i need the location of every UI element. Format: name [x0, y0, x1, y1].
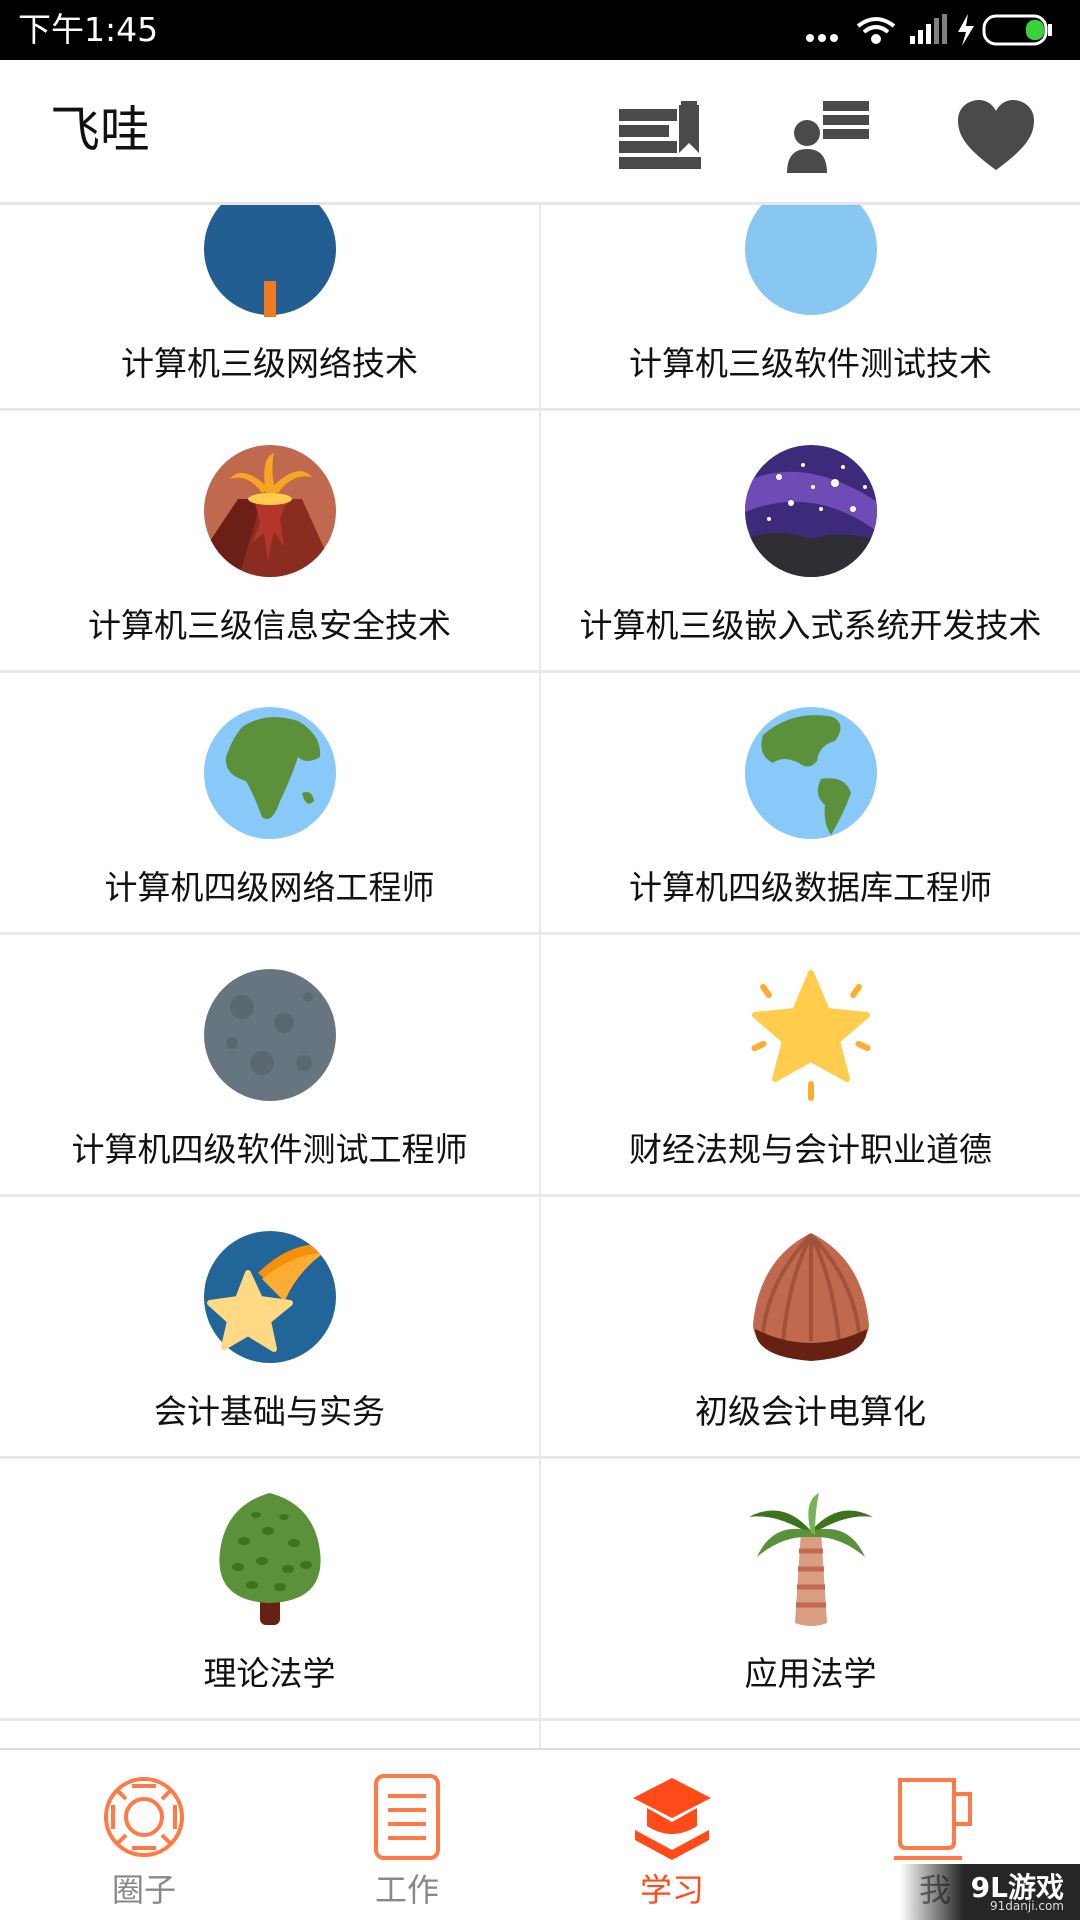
favorites-button[interactable] [951, 90, 1041, 180]
subject-item-junior-accounting-computerization[interactable]: 初级会计电算化 [541, 1197, 1080, 1456]
tab-circle[interactable]: 圈子 [9, 1750, 279, 1922]
subject-label: 初级会计电算化 [695, 1392, 926, 1431]
chestnut-icon [752, 1233, 869, 1361]
status-bar: 下午1:45 [0, 0, 1080, 60]
app-bar: 飞哇 [0, 60, 1080, 205]
night-sky-icon [744, 445, 877, 577]
tab-label: 圈子 [111, 1871, 176, 1909]
subject-item-computer-l4-database-engineer[interactable]: 计算机四级数据库工程师 [541, 673, 1080, 932]
subject-grid: 计算机三级网络技术 计算机三级软件测试技术 计算机三级信息安全技术 计算机三级嵌… [0, 205, 1080, 1748]
subject-item-computer-l3-software-testing[interactable]: 计算机三级软件测试技术 [541, 205, 1080, 408]
contacts-list-icon [787, 101, 869, 173]
shooting-star-icon [203, 1231, 336, 1363]
earth-africa-icon [203, 707, 336, 839]
bookmark-list-icon [619, 101, 701, 169]
tab-label: 工作 [374, 1871, 439, 1909]
tree-icon [218, 1493, 321, 1625]
status-time: 下午1:45 [18, 10, 159, 49]
subject-item-cactus[interactable] [0, 1721, 539, 1748]
heart-icon [958, 100, 1034, 170]
subject-label: 计算机四级数据库工程师 [629, 868, 992, 907]
glowing-star-icon [750, 970, 871, 1101]
bottom-navigation: 圈子 工作 学习 我 9L游戏 91danji.com [0, 1748, 1080, 1920]
subject-item-computer-l4-software-testing-engineer[interactable]: 计算机四级软件测试工程师 [0, 935, 539, 1194]
subject-item-mushroom[interactable] [541, 1721, 1080, 1748]
watermark-site: 91danji.com [990, 1899, 1064, 1913]
watermark-logo: 9L游戏 91danji.com [900, 1864, 1080, 1920]
tab-study[interactable]: 学习 [537, 1750, 807, 1922]
wifi-icon [856, 17, 896, 44]
subject-item-applied-law[interactable]: 应用法学 [541, 1459, 1080, 1718]
planet-partial-icon [744, 205, 877, 315]
more-dots-icon [806, 34, 838, 42]
subject-label: 计算机三级网络技术 [121, 344, 418, 383]
subject-label: 会计基础与实务 [154, 1392, 385, 1431]
signal-icon [910, 14, 947, 44]
document-icon [374, 1774, 440, 1860]
subject-item-theoretical-law[interactable]: 理论法学 [0, 1459, 539, 1718]
subject-label: 计算机三级嵌入式系统开发技术 [579, 606, 1042, 645]
subject-label: 计算机三级信息安全技术 [88, 606, 451, 645]
subject-label: 计算机四级网络工程师 [104, 868, 435, 907]
subject-label: 应用法学 [744, 1654, 877, 1693]
subject-label: 财经法规与会计职业道德 [629, 1130, 992, 1169]
subject-label: 计算机四级软件测试工程师 [71, 1130, 468, 1169]
charging-icon [958, 14, 974, 46]
coffee-cup-icon [894, 1778, 972, 1860]
subject-item-accounting-basics[interactable]: 会计基础与实务 [0, 1197, 539, 1456]
bookmark-list-button[interactable] [615, 90, 705, 180]
contacts-list-button[interactable] [783, 90, 873, 180]
subject-label: 理论法学 [203, 1654, 336, 1693]
subject-item-computer-l3-embedded[interactable]: 计算机三级嵌入式系统开发技术 [541, 411, 1080, 670]
palm-tree-icon [748, 1493, 873, 1626]
graduation-cap-icon [633, 1778, 711, 1860]
lifebuoy-icon [104, 1777, 184, 1857]
earth-americas-icon [744, 707, 877, 839]
volcano-icon [203, 445, 336, 577]
app-title: 飞哇 [50, 101, 150, 159]
subject-label: 计算机三级软件测试技术 [629, 344, 992, 383]
system-status-icons [806, 14, 1052, 46]
subject-item-computer-l3-info-security[interactable]: 计算机三级信息安全技术 [0, 411, 539, 670]
tab-label: 学习 [639, 1871, 704, 1909]
tab-work[interactable]: 工作 [272, 1750, 542, 1922]
subject-item-computer-l4-network-engineer[interactable]: 计算机四级网络工程师 [0, 673, 539, 932]
subject-item-computer-l3-network[interactable]: 计算机三级网络技术 [0, 205, 539, 408]
battery-icon [982, 14, 1052, 46]
globe-partial-icon [203, 205, 336, 317]
moon-icon [203, 969, 336, 1101]
subject-item-finance-regulations[interactable]: 财经法规与会计职业道德 [541, 935, 1080, 1194]
